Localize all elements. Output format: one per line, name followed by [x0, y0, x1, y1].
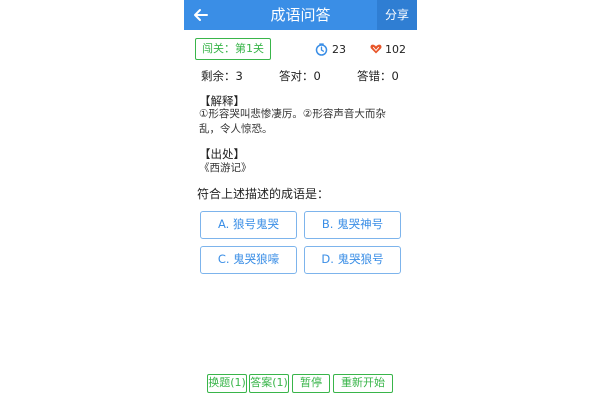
points: 102	[370, 40, 406, 58]
answer-option-b[interactable]: B. 鬼哭神号	[304, 211, 401, 239]
wrong-count: 答错：0	[357, 69, 399, 83]
source-text: 《西游记》	[199, 162, 252, 174]
level-badge: 闯关：第1关	[195, 38, 271, 60]
skip-question-button[interactable]: 换题(1)	[207, 374, 247, 393]
timer-value: 23	[332, 42, 346, 56]
phone-screen: 成语问答 分享 闯关：第1关 23 102 剩余：3 答对：0 答错：0 【解释…	[184, 0, 417, 400]
explanation-text: ①形容哭叫悲惨凄厉。②形容声音大而杂乱，令人惊恐。	[199, 108, 386, 135]
answer-option-d[interactable]: D. 鬼哭狼号	[304, 246, 401, 274]
answer-option-a[interactable]: A. 狼号鬼哭	[200, 211, 297, 239]
remaining-count: 剩余：3	[201, 69, 243, 83]
restart-button[interactable]: 重新开始	[333, 374, 393, 393]
share-button[interactable]: 分享	[377, 0, 417, 30]
points-value: 102	[385, 42, 406, 56]
source-heading: 【出处】	[199, 147, 245, 161]
answer-option-c[interactable]: C. 鬼哭狼嚎	[200, 246, 297, 274]
timer: 23	[315, 40, 346, 58]
stopwatch-icon	[315, 42, 328, 56]
heart-icon	[370, 44, 382, 54]
arrow-left-icon	[194, 9, 208, 21]
pause-button[interactable]: 暂停	[292, 374, 330, 393]
back-button[interactable]	[188, 3, 214, 27]
show-answer-button[interactable]: 答案(1)	[249, 374, 289, 393]
correct-count: 答对：0	[279, 69, 321, 83]
question-prompt: 符合上述描述的成语是：	[197, 187, 330, 201]
app-bar: 成语问答 分享	[184, 0, 417, 30]
